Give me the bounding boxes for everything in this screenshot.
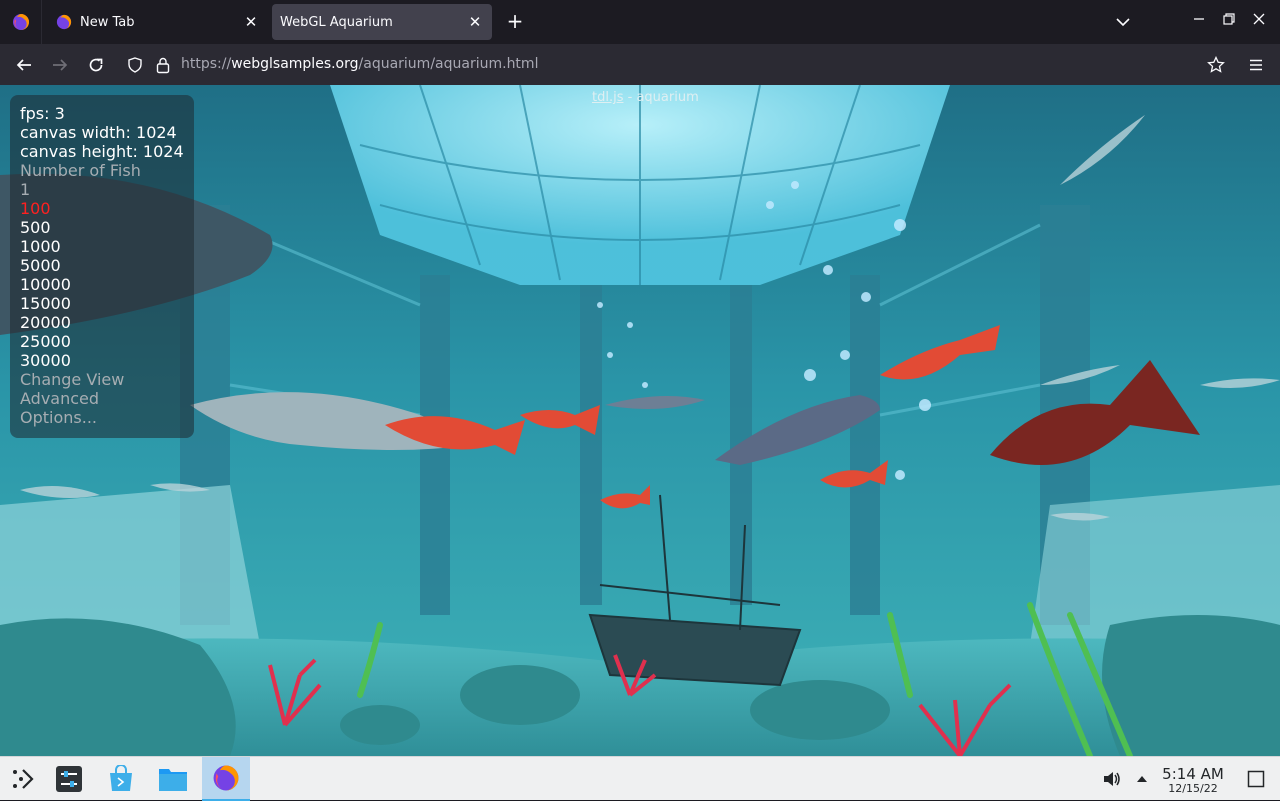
close-tab-icon[interactable]: ✕ — [466, 13, 484, 31]
fish-count-option-15000[interactable]: 15000 — [20, 294, 71, 313]
url-text[interactable]: https://webglsamples.org/aquarium/aquari… — [181, 56, 538, 72]
folder-icon — [159, 769, 187, 791]
number-of-fish-heading: Number of Fish — [20, 161, 141, 180]
taskbar-firefox[interactable] — [202, 757, 250, 801]
fish-count-option-25000[interactable]: 25000 — [20, 332, 71, 351]
firefox-logo-icon — [213, 765, 239, 791]
restore-icon — [1223, 13, 1235, 25]
close-tab-icon[interactable]: ✕ — [242, 13, 260, 31]
canvas-width-readout: canvas width: 1024 — [20, 123, 177, 142]
canvas-height-readout: canvas height: 1024 — [20, 142, 184, 161]
url-scheme: https:// — [181, 56, 232, 72]
advanced-menu[interactable]: Advanced — [20, 389, 99, 408]
close-icon — [1253, 13, 1265, 25]
url-path: /aquarium/aquarium.html — [358, 56, 539, 72]
speaker-volume-icon — [1104, 772, 1120, 786]
tdl-js-link[interactable]: tdl.js — [592, 90, 623, 105]
lock-icon[interactable] — [155, 56, 171, 74]
back-button[interactable] — [11, 52, 37, 78]
close-window-button[interactable] — [1249, 12, 1269, 32]
credit-separator: - — [623, 90, 637, 105]
taskbar-system-settings[interactable] — [46, 757, 92, 801]
forward-button[interactable] — [47, 52, 73, 78]
minimize-button[interactable] — [1189, 12, 1209, 32]
chevron-up-icon — [1137, 776, 1147, 782]
change-view-menu[interactable]: Change View — [20, 370, 124, 389]
fish-count-option-1[interactable]: 1 — [20, 180, 30, 199]
taskbar-file-manager[interactable] — [150, 757, 196, 801]
back-arrow-icon — [16, 59, 31, 71]
clock-time[interactable]: 5:14 AM — [1160, 765, 1226, 783]
system-taskbar: 5:14 AM 12/15/22 — [0, 756, 1280, 801]
address-bar[interactable]: https://webglsamples.org/aquarium/aquari… — [118, 48, 1236, 82]
options-menu[interactable]: Options... — [20, 408, 97, 427]
navigation-toolbar: https://webglsamples.org/aquarium/aquari… — [0, 44, 1280, 85]
chevron-down-icon — [1116, 18, 1130, 27]
taskbar-discover[interactable] — [98, 757, 144, 801]
tab-bar: New Tab ✕ WebGL Aquarium ✕ + — [0, 0, 1280, 44]
restore-button[interactable] — [1219, 12, 1239, 32]
tab-new-tab[interactable]: New Tab ✕ — [48, 4, 268, 40]
show-desktop-icon — [1247, 770, 1265, 788]
fish-count-option-5000[interactable]: 5000 — [20, 256, 61, 275]
tab-webgl-aquarium[interactable]: WebGL Aquarium ✕ — [272, 4, 492, 40]
firefox-view-button[interactable] — [0, 0, 42, 44]
tab-label: WebGL Aquarium — [280, 14, 393, 30]
application-launcher-button[interactable] — [0, 757, 46, 801]
tab-label: New Tab — [80, 14, 135, 30]
fps-readout: fps: 3 — [20, 104, 65, 123]
bookmark-star-icon[interactable] — [1207, 56, 1225, 74]
launcher-icon — [13, 769, 34, 789]
hamburger-menu-icon — [1250, 59, 1262, 71]
show-desktop-button[interactable] — [1236, 757, 1276, 801]
credit-line: tdl.js - aquarium — [592, 90, 699, 105]
fish-count-option-30000[interactable]: 30000 — [20, 351, 71, 370]
system-settings-icon — [56, 766, 82, 792]
discover-store-icon — [110, 765, 132, 791]
tracking-protection-shield-icon[interactable] — [127, 57, 143, 73]
app-menu-button[interactable] — [1243, 52, 1269, 78]
page-content: tdl.js - aquarium fps: 3 canvas width: 1… — [0, 85, 1280, 756]
list-all-tabs-button[interactable] — [1113, 12, 1133, 32]
minimize-icon — [1194, 18, 1204, 20]
fish-count-option-500[interactable]: 500 — [20, 218, 51, 237]
fish-count-option-20000[interactable]: 20000 — [20, 313, 71, 332]
firefox-favicon-icon — [56, 14, 72, 30]
firefox-logo-icon — [12, 14, 29, 30]
forward-arrow-icon — [53, 59, 68, 71]
clock-date[interactable]: 12/15/22 — [1160, 782, 1226, 795]
system-tray-expand-button[interactable] — [1124, 757, 1160, 801]
fish-count-option-1000[interactable]: 1000 — [20, 237, 61, 256]
fish-count-option-100[interactable]: 100 — [20, 199, 51, 218]
reload-button[interactable] — [83, 52, 109, 78]
reload-icon — [89, 58, 103, 72]
fish-count-option-10000[interactable]: 10000 — [20, 275, 71, 294]
url-host: webglsamples.org — [231, 56, 359, 72]
new-tab-button[interactable]: + — [503, 10, 527, 34]
credit-title: aquarium — [636, 90, 699, 105]
